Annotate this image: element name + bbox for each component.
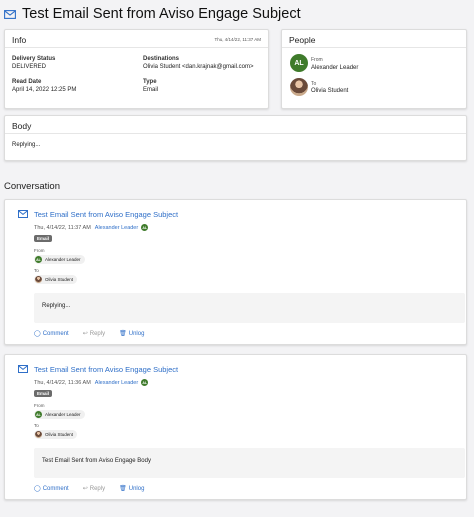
message-body-text: Test Email Sent from Aviso Engage Body xyxy=(42,458,151,464)
delivery-status-label: Delivery Status xyxy=(12,56,56,62)
info-timestamp: Thu, 4/14/22, 11:37 AM xyxy=(214,37,261,42)
avatar: AL xyxy=(141,224,149,231)
avatar xyxy=(35,276,42,283)
reply-button[interactable]: ↩ Reply xyxy=(83,485,105,492)
body-card: Body Replying... xyxy=(4,115,467,161)
from-person-pill: AL Alexander Leader xyxy=(34,410,85,419)
read-date-label: Read Date xyxy=(12,79,42,85)
destinations-label: Destinations xyxy=(143,56,180,62)
from-name: Alexander Leader xyxy=(45,257,81,262)
people-header: People xyxy=(289,35,316,45)
sender-link[interactable]: Alexander Leader xyxy=(95,380,138,386)
message-card: Test Email Sent from Aviso Engage Subjec… xyxy=(4,199,467,345)
unlog-button[interactable]: 🗑 Unlog xyxy=(119,330,144,337)
sender-link[interactable]: Alexander Leader xyxy=(95,225,138,231)
body-header: Body xyxy=(12,121,32,131)
read-date-value: April 14, 2022 12:25 PM xyxy=(12,87,77,93)
message-body: Replying... xyxy=(34,293,465,323)
comment-button[interactable]: ◯ Comment xyxy=(34,485,69,492)
people-from-name: Alexander Leader xyxy=(311,65,359,71)
comment-button[interactable]: ◯ Comment xyxy=(34,330,69,337)
message-body-text: Replying... xyxy=(42,303,71,309)
message-timestamp: Thu, 4/14/22, 11:36 AM xyxy=(34,379,91,386)
people-from-label: From xyxy=(311,57,323,63)
message-meta: Thu, 4/14/22, 11:36 AM Alexander Leader … xyxy=(34,379,149,386)
info-card: Info Thu, 4/14/22, 11:37 AM Delivery Sta… xyxy=(4,29,269,109)
from-person-pill: AL Alexander Leader xyxy=(34,255,85,264)
avatar: AL xyxy=(141,379,149,386)
to-label: To xyxy=(34,423,39,428)
to-name: Olivia Student xyxy=(45,432,74,437)
reply-button[interactable]: ↩ Reply xyxy=(83,330,105,337)
type-label: Type xyxy=(143,79,157,85)
message-subject-link[interactable]: Test Email Sent from Aviso Engage Subjec… xyxy=(34,365,178,374)
type-value: Email xyxy=(143,87,159,93)
email-badge: Email xyxy=(34,235,53,242)
avatar xyxy=(290,78,308,96)
message-actions: ◯ Comment ↩ Reply 🗑 Unlog xyxy=(34,330,144,337)
envelope-icon xyxy=(18,210,28,218)
message-subject-link[interactable]: Test Email Sent from Aviso Engage Subjec… xyxy=(34,210,178,219)
avatar xyxy=(35,431,42,438)
body-text: Replying... xyxy=(12,142,41,148)
message-card: Test Email Sent from Aviso Engage Subjec… xyxy=(4,354,467,500)
avatar: AL xyxy=(35,256,42,263)
envelope-icon xyxy=(18,365,28,373)
unlog-button[interactable]: 🗑 Unlog xyxy=(119,485,144,492)
message-meta: Thu, 4/14/22, 11:37 AM Alexander Leader … xyxy=(34,224,149,231)
message-timestamp: Thu, 4/14/22, 11:37 AM xyxy=(34,224,91,231)
message-actions: ◯ Comment ↩ Reply 🗑 Unlog xyxy=(34,485,144,492)
email-badge: Email xyxy=(34,390,53,397)
avatar: AL xyxy=(35,411,42,418)
to-name: Olivia Student xyxy=(45,277,74,282)
to-person-pill: Olivia Student xyxy=(34,430,78,439)
to-label: To xyxy=(34,268,39,273)
from-label: From xyxy=(34,403,45,408)
people-card: People AL From Alexander Leader To Olivi… xyxy=(281,29,467,109)
people-to-name: Olivia Student xyxy=(311,88,349,94)
page-title: Test Email Sent from Aviso Engage Subjec… xyxy=(22,6,301,22)
conversation-title: Conversation xyxy=(4,181,60,192)
info-header: Info xyxy=(12,35,27,45)
envelope-icon xyxy=(4,9,16,19)
avatar: AL xyxy=(290,54,308,72)
message-body: Test Email Sent from Aviso Engage Body xyxy=(34,448,465,478)
destinations-value: Olivia Student <dan.krajnak@gmail.com> xyxy=(143,64,254,70)
from-label: From xyxy=(34,248,45,253)
page-title-row: Test Email Sent from Aviso Engage Subjec… xyxy=(4,6,301,22)
people-to-label: To xyxy=(311,81,317,87)
from-name: Alexander Leader xyxy=(45,412,81,417)
to-person-pill: Olivia Student xyxy=(34,275,78,284)
delivery-status-value: DELIVERED xyxy=(12,64,47,70)
